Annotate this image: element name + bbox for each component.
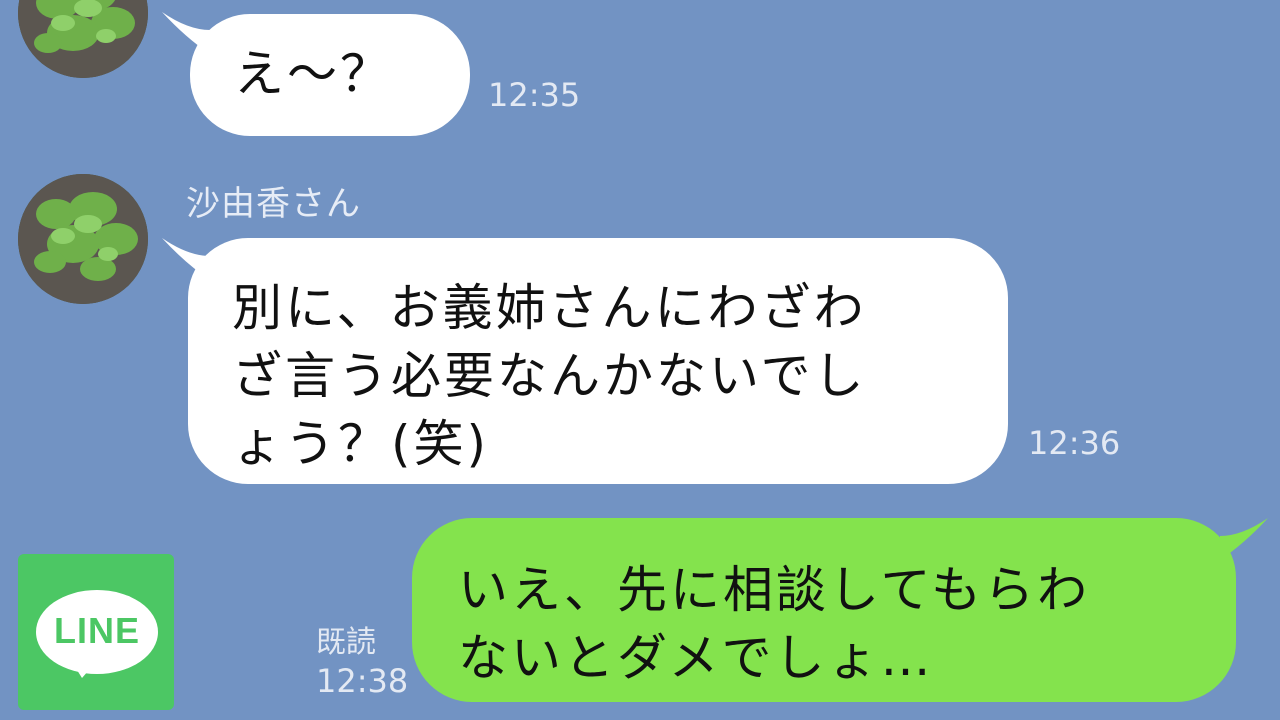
message-timestamp: 12:35 xyxy=(488,76,581,114)
logo-text: LINE xyxy=(53,610,140,651)
sender-avatar[interactable] xyxy=(18,0,148,78)
line-logo: LINE xyxy=(18,554,174,710)
message-timestamp: 12:38 xyxy=(316,662,409,700)
leaf-avatar-icon xyxy=(18,174,148,304)
incoming-message-bubble[interactable]: 別に、お義姉さんにわざわ ざ言う必要なんかないでし ょう？(笑) xyxy=(188,238,1008,484)
sender-avatar[interactable] xyxy=(18,174,148,304)
incoming-message-bubble[interactable]: え〜？ xyxy=(190,14,470,136)
message-line: ょう？(笑) xyxy=(232,415,490,473)
message-line: 別に、お義姉さんにわざわ xyxy=(232,279,867,337)
outgoing-message-bubble[interactable]: いえ、先に相談してもらわ ないとダメでしょ… xyxy=(412,518,1236,702)
message-text: え〜？ xyxy=(234,45,393,103)
message-line: ざ言う必要なんかないでし xyxy=(232,347,867,405)
message-timestamp: 12:36 xyxy=(1028,424,1121,462)
bubble-tail xyxy=(1220,518,1268,560)
bubble-tail xyxy=(162,12,210,54)
read-label: 既読 xyxy=(316,625,376,660)
sender-name: 沙由香さん xyxy=(186,184,361,224)
read-receipt: 既読 12:38 xyxy=(316,624,408,700)
leaf-avatar-icon xyxy=(18,0,148,78)
message-line: いえ、先に相談してもらわ xyxy=(458,561,1090,619)
bubble-tail xyxy=(162,238,210,280)
message-line: ないとダメでしょ… xyxy=(458,629,934,687)
